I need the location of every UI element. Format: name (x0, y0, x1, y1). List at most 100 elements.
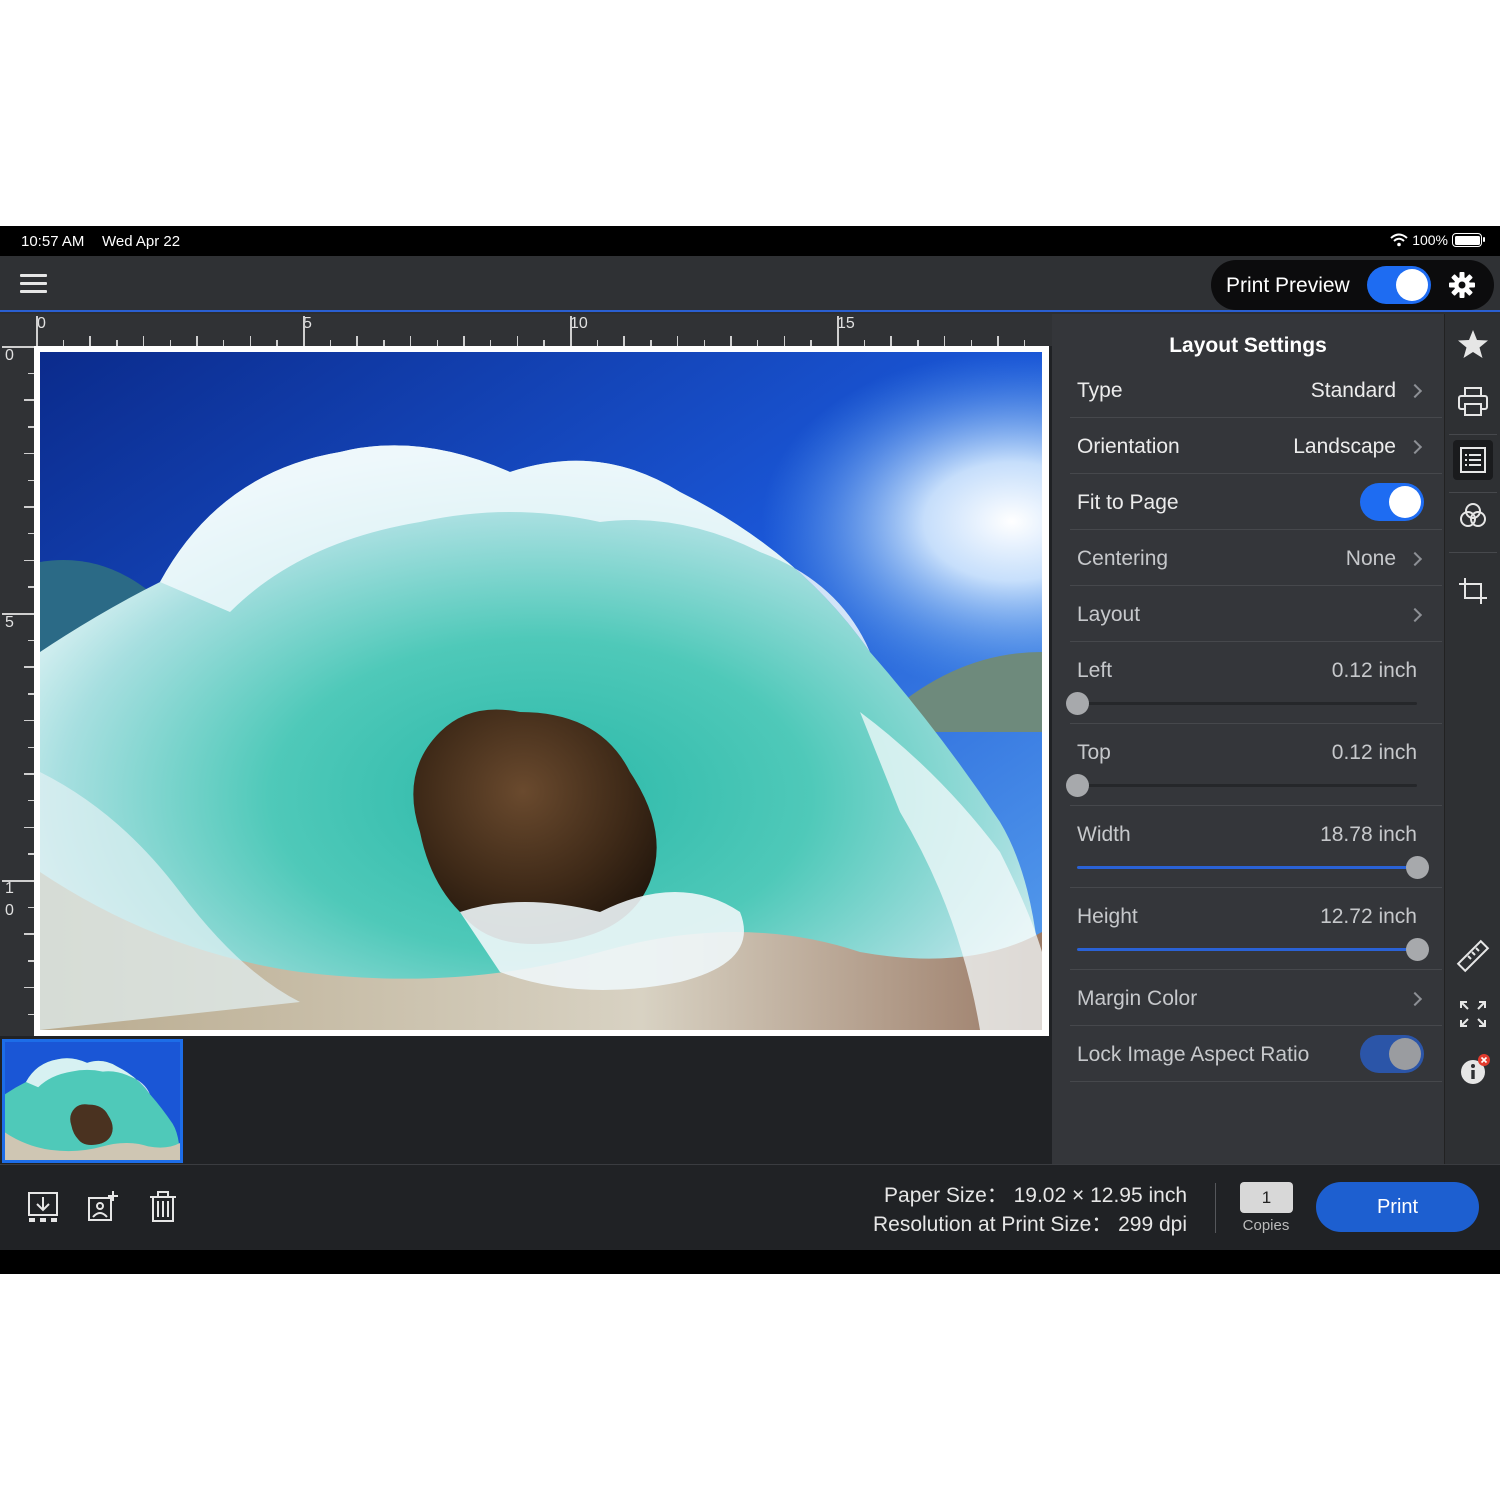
left-label: Left (1077, 659, 1113, 682)
add-image-icon[interactable] (85, 1189, 121, 1225)
fit-to-page-toggle[interactable] (1360, 483, 1424, 521)
horizontal-ruler: 0 5 10 15 (0, 314, 1052, 346)
ruler-tick (516, 336, 519, 346)
ruler-tick (463, 336, 465, 346)
print-preview-label: Print Preview (1226, 274, 1350, 297)
wifi-icon (1390, 233, 1408, 247)
ruler-tick (24, 773, 34, 775)
print-preview-control: Print Preview (1211, 260, 1494, 310)
paper-size-text: Paper Size： 19.02 × 12.95 inch (884, 1184, 1187, 1207)
print-preview-toggle[interactable] (1367, 266, 1431, 304)
ruler-tick (409, 336, 412, 346)
margin-color-row[interactable]: Margin Color (1070, 970, 1442, 1026)
top-margin-row: Top 0.12 inch (1066, 724, 1442, 806)
ruler-tick (24, 506, 34, 508)
top-value: 0.12 inch (1331, 741, 1417, 764)
left-value: 0.12 inch (1331, 659, 1417, 682)
divider (1215, 1183, 1216, 1233)
ruler-tick (570, 316, 572, 346)
ruler-tick (24, 399, 34, 401)
height-row: Height 12.72 inch (1070, 888, 1442, 970)
type-value: Standard (1310, 379, 1396, 402)
bottom-bar: Paper Size： 19.02 × 12.95 inch Resolutio… (0, 1164, 1500, 1250)
ruler-tick (89, 336, 91, 346)
ruler-tick (783, 336, 786, 346)
layout-settings-icon[interactable] (1453, 440, 1493, 480)
orientation-label: Orientation (1077, 435, 1180, 458)
fit-to-page-row: Fit to Page (1070, 474, 1442, 530)
ruler-label: 0 (5, 347, 14, 364)
ruler-label: 5 (5, 614, 14, 631)
layout-settings-panel: Layout Settings Type Standard Orientatio… (1052, 314, 1444, 1164)
ruler-tick (36, 316, 38, 346)
ruler-icon[interactable] (1453, 936, 1493, 976)
printer-icon[interactable] (1453, 382, 1493, 422)
gear-icon[interactable] (1448, 271, 1476, 299)
top-slider[interactable] (1066, 774, 1417, 797)
ruler-tick (837, 316, 839, 346)
thumbnail-strip (0, 1036, 1052, 1164)
top-toolbar: Print Preview (0, 256, 1500, 312)
paper-info: Paper Size： 19.02 × 12.95 inch Resolutio… (873, 1181, 1187, 1239)
width-row: Width 18.78 inch (1070, 806, 1442, 888)
ruler-tick (24, 452, 34, 455)
ruler-label: 0 (5, 902, 14, 919)
width-slider[interactable] (1077, 856, 1429, 879)
ruler-label: 0 (37, 315, 46, 332)
color-icon[interactable] (1453, 496, 1493, 536)
panel-title: Layout Settings (1169, 334, 1327, 357)
photo-thumbnail[interactable] (2, 1039, 183, 1163)
trash-icon[interactable] (145, 1189, 181, 1225)
ruler-tick (142, 336, 145, 346)
star-icon[interactable] (1453, 324, 1493, 364)
orientation-row[interactable]: Orientation Landscape (1070, 418, 1442, 474)
chevron-right-icon (1407, 991, 1423, 1007)
ruler-tick (24, 559, 34, 562)
centering-row[interactable]: Centering None (1070, 530, 1442, 586)
crop-icon[interactable] (1453, 570, 1493, 610)
lock-aspect-toggle[interactable] (1360, 1035, 1424, 1073)
app-window: 10:57 AM Wed Apr 22 100% Print Preview 0… (0, 226, 1500, 1274)
expand-icon[interactable] (1453, 994, 1493, 1034)
copies-label: Copies (1242, 1217, 1290, 1234)
height-slider[interactable] (1077, 938, 1429, 961)
copies-input[interactable]: 1 (1240, 1182, 1293, 1213)
width-value: 18.78 inch (1320, 823, 1417, 846)
left-margin-row: Left 0.12 inch (1066, 642, 1442, 724)
resolution-text: Resolution at Print Size： 299 dpi (872, 1213, 1187, 1236)
download-icon[interactable] (25, 1189, 61, 1225)
ruler-tick (24, 719, 34, 722)
wave-photo[interactable] (40, 352, 1042, 1030)
type-label: Type (1077, 379, 1123, 402)
left-slider[interactable] (1066, 692, 1417, 715)
preview-canvas (34, 346, 1052, 1036)
ruler-tick (676, 336, 679, 346)
ruler-tick (623, 336, 625, 346)
type-row[interactable]: Type Standard (1070, 362, 1442, 418)
ruler-tick (730, 336, 732, 346)
battery-percent: 100% (1412, 232, 1448, 248)
vertical-ruler: 0 5 1 0 (0, 346, 34, 1036)
ruler-tick (249, 336, 252, 346)
status-bar: 10:57 AM Wed Apr 22 100% (0, 226, 1500, 256)
ruler-label: 10 (570, 315, 588, 332)
ruler-tick (890, 336, 892, 346)
tool-rail (1444, 314, 1500, 1164)
ruler-label: 15 (837, 315, 855, 332)
menu-icon[interactable] (20, 274, 47, 294)
layout-row[interactable]: Layout (1070, 586, 1442, 642)
battery-icon (1452, 233, 1485, 247)
height-value: 12.72 inch (1320, 905, 1417, 928)
chevron-right-icon (1407, 551, 1423, 567)
centering-value: None (1345, 547, 1396, 570)
fit-to-page-label: Fit to Page (1077, 491, 1179, 514)
ruler-tick (24, 933, 34, 935)
info-icon[interactable] (1453, 1050, 1493, 1090)
margin-color-label: Margin Color (1077, 987, 1198, 1010)
ruler-tick (303, 316, 305, 346)
paper-sheet (34, 346, 1049, 1036)
lock-aspect-label: Lock Image Aspect Ratio (1077, 1043, 1310, 1066)
ruler-label: 1 (5, 880, 14, 897)
print-button[interactable]: Print (1316, 1182, 1479, 1232)
status-time: 10:57 AM (21, 233, 85, 250)
